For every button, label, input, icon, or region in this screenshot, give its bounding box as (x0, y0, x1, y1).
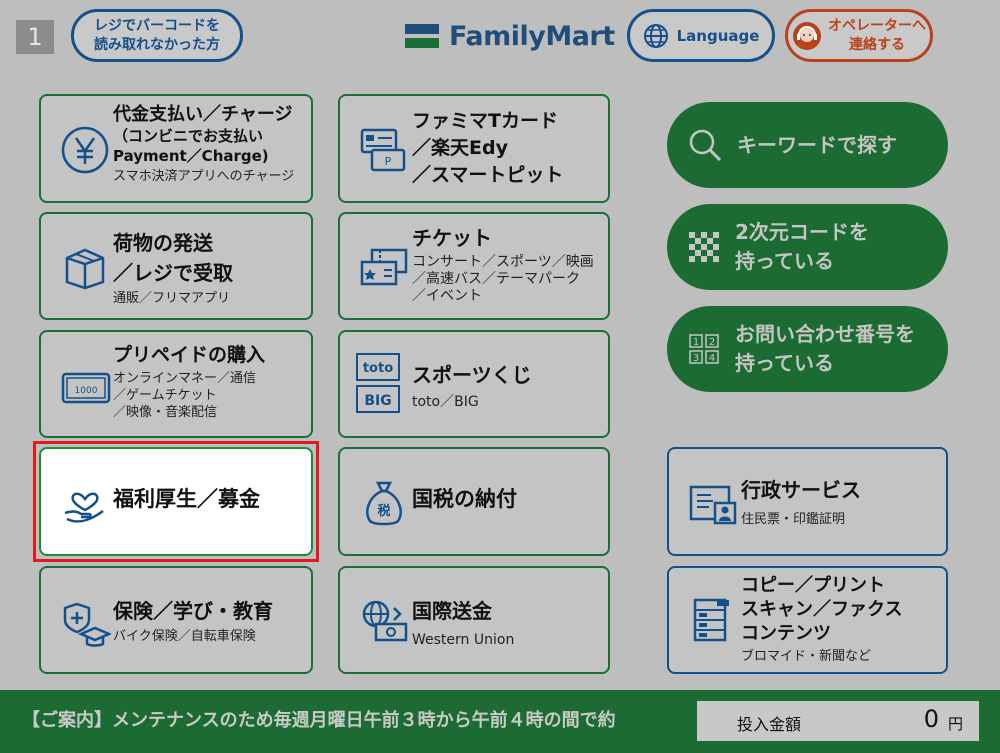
tile-note: スマホ決済アプリへのチャージ (113, 169, 295, 184)
tax-bag-label: 税 (377, 503, 390, 519)
big-label: BIG (364, 393, 391, 409)
logo-text: FamilyMart (449, 20, 615, 52)
ticket-icon (360, 248, 408, 286)
globe-icon (643, 23, 668, 48)
tile-sports-lottery[interactable]: toto BIG スポーツくじ toto／BIG (338, 330, 610, 438)
tile-title: 荷物の発送 ／レジで受取 (113, 231, 233, 285)
card-value: 1000 (75, 386, 98, 396)
notice-ticker: 【ご案内】メンテナンスのため毎週月曜日午前３時から午前４時の間で約 (22, 710, 616, 731)
operator-headset-icon (793, 21, 821, 50)
tile-title: 国際送金 (412, 599, 492, 623)
qr-code-label: 2次元コードを 持っている (735, 220, 869, 273)
svg-text:P: P (385, 155, 392, 168)
inserted-amount-value: 0 (923, 705, 939, 733)
tile-shipping[interactable]: 荷物の発送 ／レジで受取 通販／フリマアプリ (39, 212, 313, 320)
tile-title: コピー／プリント スキャン／ファクス コンテンツ (741, 575, 903, 644)
tile-note: バイク保険／自転車保険 (113, 629, 256, 644)
tile-title: 国税の納付 (412, 487, 517, 511)
tile-prepaid[interactable]: 1000 プリペイドの購入 オンラインマネー／通信 ／ゲームチケット ／映像・音… (39, 330, 313, 438)
language-button[interactable]: Language (627, 9, 775, 62)
logo-stripes-icon (405, 24, 439, 48)
tile-ticket[interactable]: チケット コンサート／スポーツ／映画 ／高速バス／テーマパーク ／イベント (338, 212, 610, 320)
svg-text:3: 3 (693, 353, 699, 364)
tile-copy-print[interactable]: コピー／プリント スキャン／ファクス コンテンツ ブロマイド・新聞など (667, 566, 948, 674)
tile-title: スポーツくじ (412, 363, 532, 387)
cards-icon: P (360, 128, 406, 172)
svg-text:1: 1 (693, 337, 699, 348)
tile-note: 住民票・印鑑証明 (741, 512, 846, 527)
tile-title: ファミマTカード ／楽天Edy ／スマートピット (412, 110, 564, 186)
package-box-icon (65, 248, 105, 290)
globe-money-icon (362, 600, 408, 642)
svg-text:4: 4 (709, 353, 715, 364)
tile-title: 保険／学び・教育 (113, 599, 273, 623)
keyword-search-label: キーワードで探す (737, 132, 897, 157)
currency-unit: 円 (947, 715, 963, 733)
inquiry-number-label: お問い合わせ番号を 持っている (735, 322, 915, 375)
tile-note: ブロマイド・新聞など (741, 649, 872, 664)
tile-note: toto／BIG (412, 394, 479, 410)
shield-graduation-icon (63, 602, 111, 647)
barcode-help-button[interactable]: レジでバーコードを 読み取れなかった方 (71, 9, 243, 62)
number-grid-icon: 1 23 4 (689, 334, 719, 364)
yen-coin-icon (61, 126, 109, 174)
tile-note: オンラインマネー／通信 ／ゲームチケット ／映像・音楽配信 (113, 371, 257, 420)
page-number-badge: 1 (16, 20, 54, 54)
operator-contact-button[interactable]: オペレーターへ 連絡する (785, 9, 933, 62)
inserted-amount-label: 投入金額 (737, 715, 802, 734)
tile-title: プリペイドの購入 (113, 344, 266, 366)
inquiry-number-button[interactable]: 1234 お問い合わせ番号を 持っている (667, 306, 948, 392)
tile-subtitle: （コンビニでお支払い Payment／Charge) (113, 127, 269, 165)
tile-title: チケット (412, 226, 492, 250)
familymart-logo: FamilyMart (405, 18, 615, 54)
tax-money-bag-icon: 税 (366, 481, 402, 526)
inserted-amount-panel: 投入金額 0 円 (697, 701, 979, 741)
keyword-search-button[interactable]: キーワードで探す (667, 102, 948, 188)
qr-code-icon (689, 232, 719, 262)
footer-bar: 【ご案内】メンテナンスのため毎週月曜日午前３時から午前４時の間で約 投入金額 0… (0, 690, 1000, 753)
tile-title: 代金支払い／チャージ (113, 104, 293, 125)
tile-famima-card[interactable]: P ファミマTカード ／楽天Edy ／スマートピット (338, 94, 610, 203)
toto-label: toto (363, 361, 393, 376)
tile-national-tax[interactable]: 税 国税の納付 (338, 447, 610, 556)
toto-big-logo-icon: toto BIG (356, 352, 400, 416)
svg-text:2: 2 (709, 337, 715, 348)
language-label: Language (676, 26, 760, 45)
operator-label: オペレーターへ 連絡する (828, 17, 926, 53)
qr-code-button[interactable]: 2次元コードを 持っている (667, 204, 948, 290)
search-icon (689, 129, 722, 162)
top-bar: 1 レジでバーコードを 読み取れなかった方 FamilyMart Languag… (0, 0, 1000, 72)
copier-icon (693, 598, 729, 642)
tile-administrative-services[interactable]: 行政サービス 住民票・印鑑証明 (667, 447, 948, 556)
tile-note: Western Union (412, 632, 515, 648)
tile-payment-charge[interactable]: 代金支払い／チャージ （コンビニでお支払い Payment／Charge) スマ… (39, 94, 313, 203)
document-person-icon (689, 485, 737, 525)
tile-insurance-education[interactable]: 保険／学び・教育 バイク保険／自転車保険 (39, 566, 313, 674)
selection-highlight (33, 441, 319, 562)
prepaid-card-icon: 1000 (61, 372, 111, 404)
tile-title: 行政サービス (741, 478, 861, 502)
tile-international-remittance[interactable]: 国際送金 Western Union (338, 566, 610, 674)
tile-note: コンサート／スポーツ／映画 ／高速バス／テーマパーク ／イベント (412, 254, 594, 304)
tile-note: 通販／フリマアプリ (113, 291, 231, 306)
